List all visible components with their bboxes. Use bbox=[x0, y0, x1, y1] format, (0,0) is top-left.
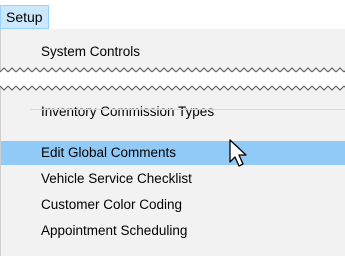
menu-item-inventory-commission-types[interactable]: Inventory Commission Types bbox=[1, 100, 345, 124]
torn-edge-break bbox=[0, 64, 345, 94]
menu-item-customer-color-coding[interactable]: Customer Color Coding bbox=[1, 193, 345, 217]
menu-item-edit-global-comments[interactable]: Edit Global Comments bbox=[1, 141, 345, 165]
arrow-pointer-icon bbox=[229, 139, 247, 167]
menu-setup[interactable]: Setup bbox=[0, 5, 49, 29]
menu-item-appointment-scheduling[interactable]: Appointment Scheduling bbox=[1, 219, 345, 243]
menu-item-system-controls[interactable]: System Controls bbox=[1, 40, 345, 64]
menu-bar: Setup bbox=[0, 0, 345, 31]
menu-separator bbox=[30, 109, 345, 110]
menu-item-vehicle-service-checklist[interactable]: Vehicle Service Checklist bbox=[1, 167, 345, 191]
